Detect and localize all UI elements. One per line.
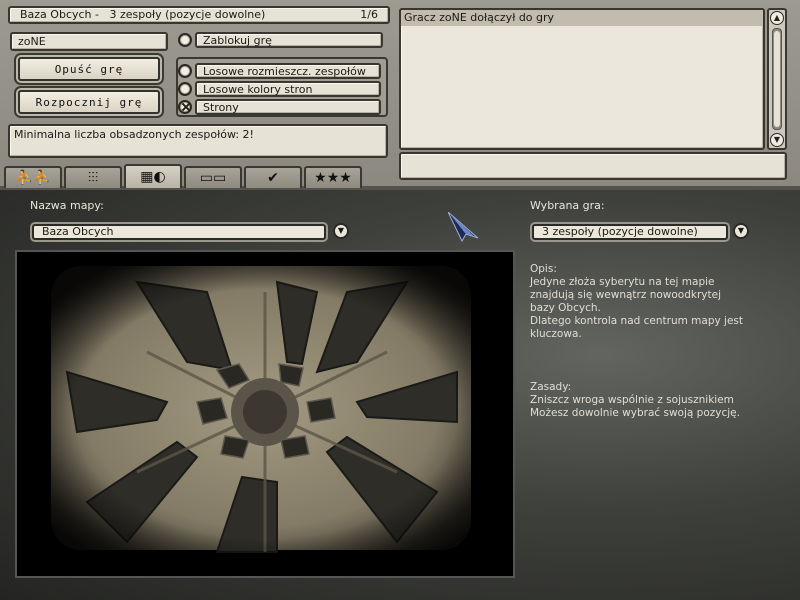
- map-preview-image: [17, 252, 513, 576]
- sides-option[interactable]: Strony: [178, 99, 381, 115]
- description-line: Dlatego kontrola nad centrum mapy jest: [530, 315, 744, 327]
- player-count: 1/6: [360, 8, 378, 21]
- game-title: Baza Obcych - 3 zespoły (pozycje dowolne…: [20, 8, 266, 21]
- start-game-button[interactable]: Rozpocznij grę: [18, 90, 160, 114]
- leave-game-button[interactable]: Opuść grę: [18, 57, 160, 81]
- random-colors-option[interactable]: Losowe kolory stron: [178, 81, 381, 97]
- description-line: bazy Obcych.: [530, 302, 601, 314]
- mouse-cursor-icon: [448, 212, 479, 242]
- description-line: znajdują się wewnątrz nowoodkrytej: [530, 289, 722, 301]
- chat-input[interactable]: [399, 152, 787, 180]
- info-message-box: Minimalna liczba obsadzonych zespołów: 2…: [8, 124, 388, 158]
- player-name: zoNE: [18, 34, 46, 48]
- description-heading: Opis:: [530, 263, 557, 275]
- random-placement-checkbox[interactable]: [178, 64, 192, 78]
- random-placement-option[interactable]: Losowe rozmieszcz. zespołów: [178, 63, 381, 79]
- lobby-tabs: ⛹⛹ ⫶⫶⫶ ▦◐ ▭▭ ✔ ★★★: [4, 164, 362, 188]
- game-mode: 3 zespoły (pozycje dowolne): [109, 8, 266, 21]
- sides-checkbox[interactable]: [178, 100, 192, 114]
- players-icon: ⛹⛹: [15, 170, 51, 186]
- scroll-down-icon[interactable]: ▼: [770, 133, 784, 147]
- chat-scrollbar[interactable]: ▲ ▼: [767, 8, 787, 150]
- map-preview: [15, 250, 515, 578]
- map-select[interactable]: Baza Obcych: [32, 224, 326, 240]
- random-colors-label: Losowe kolory stron: [195, 81, 381, 97]
- random-placement-label: Losowe rozmieszcz. zespołów: [195, 63, 381, 79]
- leave-game-label: Opuść grę: [54, 62, 124, 76]
- chevron-down-icon[interactable]: ▼: [333, 223, 349, 239]
- game-select[interactable]: 3 zespoły (pozycje dowolne): [532, 224, 728, 240]
- chevron-down-icon[interactable]: ▼: [733, 223, 749, 239]
- player-name-field[interactable]: zoNE: [10, 32, 168, 51]
- lock-game-checkbox[interactable]: [178, 33, 192, 47]
- scroll-thumb[interactable]: [774, 31, 780, 127]
- lock-game-label: Zablokuj grę: [195, 32, 383, 48]
- sides-label: Strony: [195, 99, 381, 115]
- settings-sliders-icon: ⫶⫶⫶: [87, 170, 99, 186]
- rules-line: Zniszcz wroga wspólnie z sojusznikiem: [530, 394, 734, 406]
- description-line: Jedyne złoża syberytu na tej mapie: [530, 276, 715, 288]
- map-select-value: Baza Obcych: [42, 225, 114, 238]
- map-globe-icon: ▦◐: [140, 169, 166, 185]
- tab-computers[interactable]: ▭▭: [184, 166, 242, 188]
- info-message: Minimalna liczba obsadzonych zespołów: 2…: [14, 128, 254, 141]
- lock-game-option[interactable]: Zablokuj grę: [178, 32, 383, 48]
- rules-heading: Zasady:: [530, 381, 572, 393]
- tab-confirm[interactable]: ✔: [244, 166, 302, 188]
- chat-message: Gracz zoNE dołączył do gry: [401, 10, 763, 26]
- chat-log: Gracz zoNE dołączył do gry: [399, 8, 765, 150]
- start-game-label: Rozpocznij grę: [35, 95, 143, 109]
- scroll-up-icon[interactable]: ▲: [770, 11, 784, 25]
- tab-players[interactable]: ⛹⛹: [4, 166, 62, 188]
- random-colors-checkbox[interactable]: [178, 82, 192, 96]
- scroll-track[interactable]: [772, 28, 782, 130]
- game-title-bar: Baza Obcych - 3 zespoły (pozycje dowolne…: [8, 6, 390, 24]
- description-line: kluczowa.: [530, 328, 582, 340]
- game-select-value: 3 zespoły (pozycje dowolne): [542, 225, 698, 238]
- map-description: Opis: Jedyne złoża syberytu na tej mapie…: [530, 263, 770, 420]
- tab-settings[interactable]: ⫶⫶⫶: [64, 166, 122, 188]
- tab-ratings[interactable]: ★★★: [304, 166, 362, 188]
- tab-map[interactable]: ▦◐: [124, 164, 182, 188]
- checkmark-icon: ✔: [267, 170, 279, 186]
- computers-icon: ▭▭: [199, 170, 227, 186]
- selected-game-label: Wybrana gra:: [530, 199, 605, 212]
- rules-line: Możesz dowolnie wybrać swoją pozycję.: [530, 407, 740, 419]
- stars-icon: ★★★: [314, 170, 352, 186]
- map-name-label: Nazwa mapy:: [30, 199, 104, 212]
